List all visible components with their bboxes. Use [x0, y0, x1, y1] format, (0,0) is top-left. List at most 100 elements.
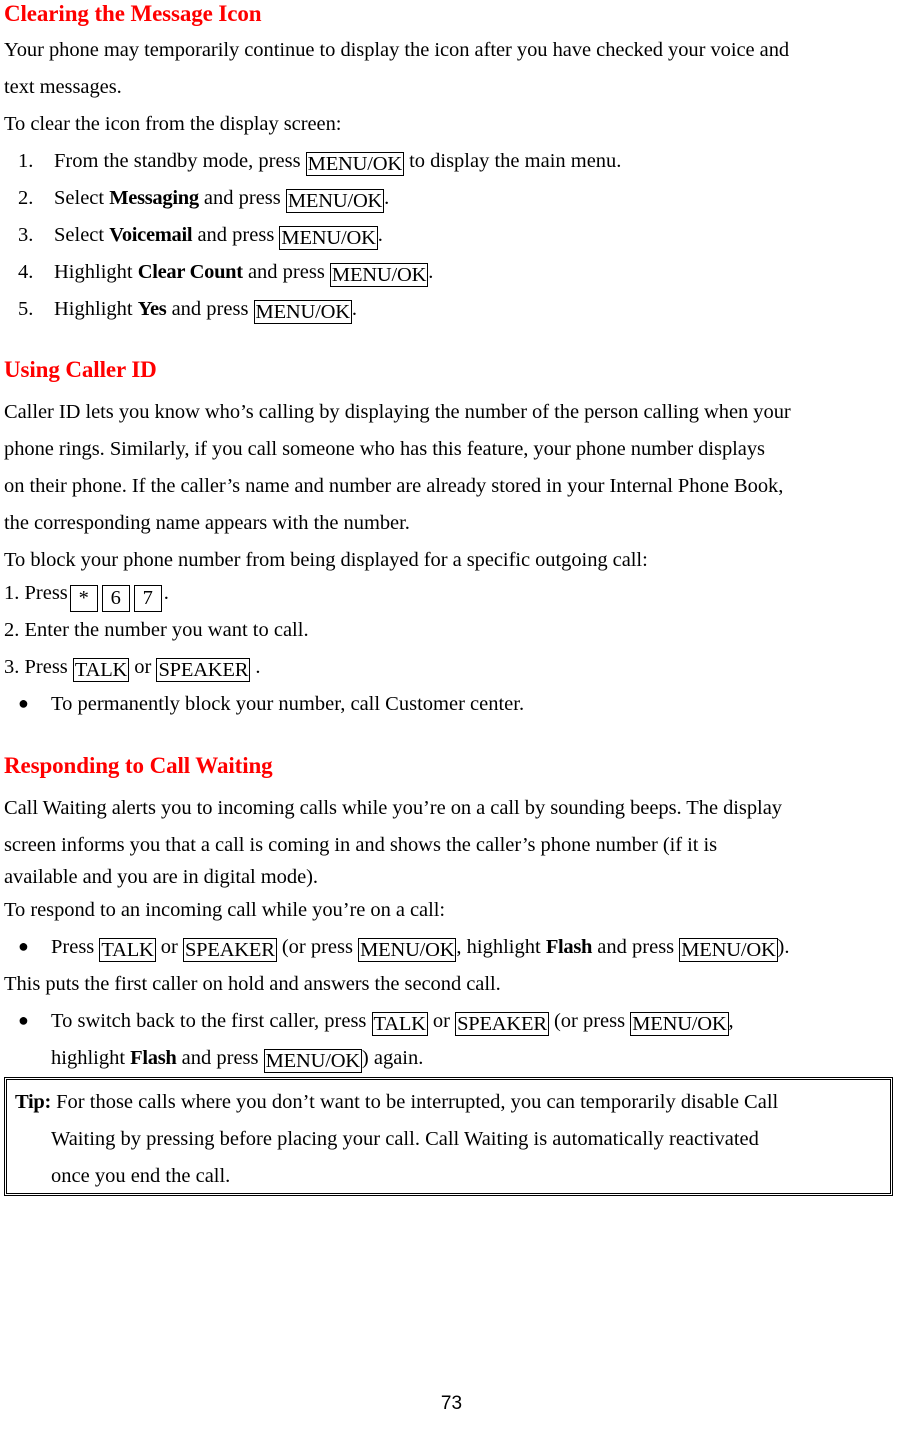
- key-talk[interactable]: TALK: [72, 658, 130, 682]
- section2-para-line-3: on their phone. If the caller’s name and…: [4, 475, 784, 497]
- step-text-after: .: [163, 582, 169, 604]
- menu-term-yes: Yes: [137, 298, 167, 320]
- step-text-after: .: [351, 298, 357, 320]
- tip-line-2: Waiting by pressing before placing your …: [51, 1128, 759, 1150]
- section3-lead-in: To respond to an incoming call while you…: [4, 899, 446, 921]
- bullet-text-line-2: highlight Flash and press MENU/OK) again…: [51, 1040, 734, 1077]
- bullet-icon: ●: [18, 693, 29, 713]
- menu-term-voicemail: Voicemail: [109, 224, 193, 246]
- step-text-after: .: [384, 187, 390, 209]
- bullet-icon: ●: [18, 936, 29, 956]
- list-marker: 3.: [4, 656, 20, 678]
- tip-line-1: Tip: For those calls where you don’t wan…: [15, 1084, 884, 1121]
- list-item: 2. Enter the number you want to call.: [4, 612, 309, 649]
- list-item: 3. Press TALK or SPEAKER .: [4, 649, 260, 686]
- menu-term-flash: Flash: [545, 936, 593, 958]
- document-page: Clearing the Message Icon Your phone may…: [0, 0, 903, 1429]
- bullet-text-6: ).: [777, 936, 790, 958]
- step-text-before: From the standby mode, press: [54, 150, 306, 172]
- step-text-before: Press: [24, 656, 73, 678]
- list-marker: 4.: [18, 261, 34, 283]
- section1-intro-line-1: Your phone may temporarily continue to d…: [4, 39, 790, 61]
- list-marker: 2.: [18, 187, 34, 209]
- list-item: 1. From the standby mode, press MENU/OK t…: [4, 143, 621, 180]
- bullet-text-4: ,: [728, 1010, 734, 1032]
- key-menu-ok[interactable]: MENU/OK: [279, 226, 378, 250]
- section-heading-using-caller-id: Using Caller ID: [4, 357, 157, 382]
- step-text-mid: and press: [192, 224, 280, 246]
- bullet-text-line-1: To switch back to the first caller, pres…: [51, 1003, 734, 1040]
- step-text-before: Highlight: [54, 261, 138, 283]
- list-marker: 1.: [18, 150, 34, 172]
- tip-text-1: For those calls where you don’t want to …: [51, 1091, 779, 1113]
- step-text-before: Select: [54, 224, 110, 246]
- menu-term-flash: Flash: [130, 1047, 177, 1069]
- step-text-after: to display the main menu.: [403, 150, 622, 172]
- menu-term-messaging: Messaging: [109, 187, 199, 209]
- bullet-text-2: or: [427, 1010, 456, 1032]
- list-marker: 1.: [4, 582, 20, 604]
- list-item: 5. Highlight Yes and press MENU/OK.: [4, 291, 357, 328]
- bullet-text-1: To switch back to the first caller, pres…: [51, 1010, 372, 1032]
- bullet-text-4: , highlight: [456, 936, 546, 958]
- step-text-after: .: [428, 261, 434, 283]
- bullet-text-2: or: [155, 936, 183, 958]
- bullet-text-5: highlight: [51, 1047, 131, 1069]
- step-text-after: .: [377, 224, 383, 246]
- list-item: ● Press TALK or SPEAKER (or press MENU/O…: [4, 929, 790, 966]
- section2-para-line-4: the corresponding name appears with the …: [4, 512, 410, 534]
- step-text-mid: and press: [166, 298, 254, 320]
- tip-callout-box: Tip: For those calls where you don’t wan…: [4, 1077, 893, 1196]
- key-talk[interactable]: TALK: [99, 938, 156, 962]
- step-text-mid: or: [129, 656, 157, 678]
- step-text-mid: and press: [198, 187, 286, 209]
- step-text-after: .: [250, 656, 261, 678]
- bullet-text-3: (or press: [276, 936, 359, 958]
- bullet-text-3: (or press: [548, 1010, 631, 1032]
- section-heading-responding-to-call-waiting: Responding to Call Waiting: [4, 753, 273, 778]
- bullet-text-6: and press: [176, 1047, 264, 1069]
- bullet-text-1: Press: [51, 936, 100, 958]
- key-menu-ok[interactable]: MENU/OK: [285, 189, 385, 213]
- step-text-before: Press: [24, 582, 68, 604]
- bullet-text-5: and press: [592, 936, 680, 958]
- section1-intro-line-2: text messages.: [4, 76, 122, 98]
- list-item: 1. Press * 6 7.: [4, 575, 169, 612]
- key-menu-ok[interactable]: MENU/OK: [679, 938, 778, 962]
- section3-para-line-1: Call Waiting alerts you to incoming call…: [4, 797, 782, 819]
- bullet-text: Press TALK or SPEAKER (or press MENU/OK,…: [51, 929, 790, 966]
- bullet-text: To permanently block your number, call C…: [51, 693, 525, 715]
- key-six[interactable]: 6: [101, 585, 130, 612]
- key-speaker[interactable]: SPEAKER: [182, 938, 277, 962]
- key-menu-ok[interactable]: MENU/OK: [630, 1012, 729, 1036]
- section2-lead-in: To block your phone number from being di…: [4, 549, 648, 571]
- key-seven[interactable]: 7: [133, 585, 162, 612]
- key-menu-ok[interactable]: MENU/OK: [358, 938, 457, 962]
- key-menu-ok[interactable]: MENU/OK: [253, 300, 352, 324]
- page-number: 73: [440, 1393, 463, 1414]
- step-text-before: Highlight: [54, 298, 138, 320]
- key-speaker[interactable]: SPEAKER: [455, 1012, 549, 1036]
- key-star[interactable]: *: [69, 585, 98, 612]
- key-talk[interactable]: TALK: [371, 1012, 428, 1036]
- list-item: 3. Select Voicemail and press MENU/OK.: [4, 217, 383, 254]
- menu-term-clear-count: Clear Count: [137, 261, 243, 283]
- list-item: 4. Highlight Clear Count and press MENU/O…: [4, 254, 433, 291]
- section2-para-line-2: phone rings. Similarly, if you call some…: [4, 438, 765, 460]
- key-menu-ok[interactable]: MENU/OK: [263, 1049, 362, 1073]
- list-item: 2. Select Messaging and press MENU/OK.: [4, 180, 389, 217]
- section2-para-line-1: Caller ID lets you know who’s calling by…: [4, 401, 791, 423]
- section1-lead-in: To clear the icon from the display scree…: [4, 113, 342, 135]
- bullet-icon: ●: [18, 1010, 29, 1030]
- list-marker: 3.: [18, 224, 34, 246]
- step-text: Enter the number you want to call.: [24, 619, 309, 641]
- key-menu-ok[interactable]: MENU/OK: [305, 152, 404, 176]
- list-marker: 5.: [18, 298, 34, 320]
- key-menu-ok[interactable]: MENU/OK: [329, 263, 429, 287]
- list-item: ● To permanently block your number, call…: [4, 686, 524, 723]
- tip-label: Tip:: [15, 1091, 52, 1113]
- section-heading-clearing-message-icon: Clearing the Message Icon: [4, 1, 262, 26]
- key-speaker[interactable]: SPEAKER: [156, 658, 251, 682]
- section3-after-bullet-1: This puts the first caller on hold and a…: [4, 973, 501, 995]
- bullet-text-7: ) again.: [361, 1047, 424, 1069]
